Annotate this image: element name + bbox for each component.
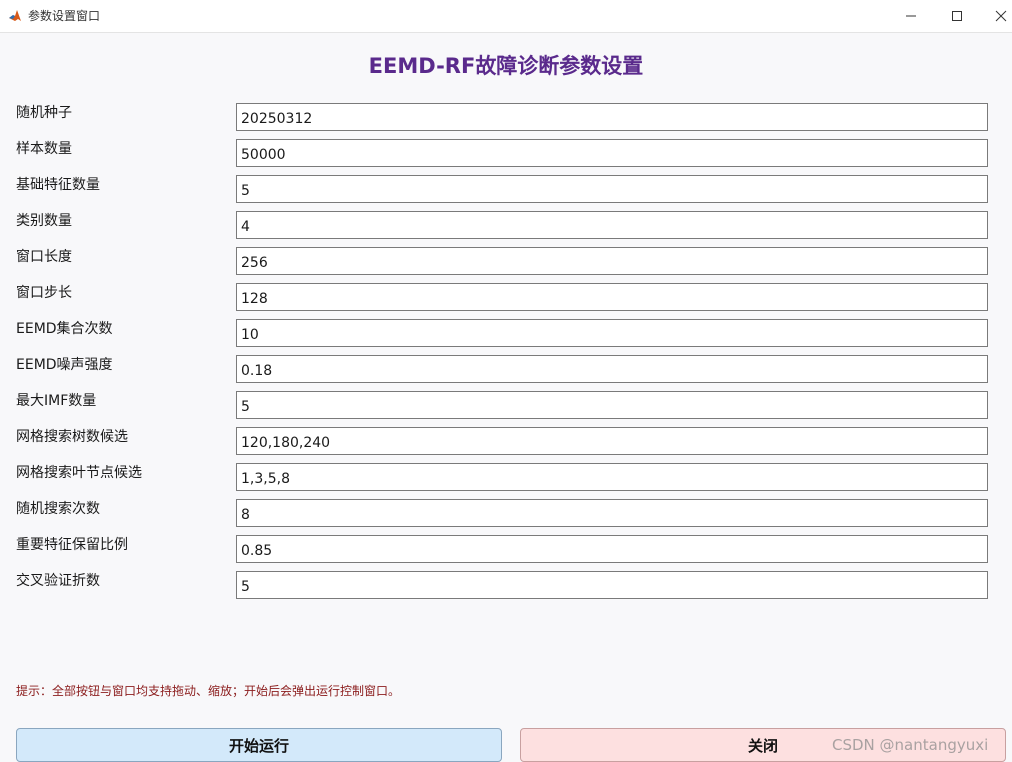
param-label: 窗口长度 [16,249,72,265]
param-label: 随机种子 [16,105,72,121]
start-run-button[interactable]: 开始运行 [16,728,502,762]
param-label: 最大IMF数量 [16,393,97,409]
max-imf-input[interactable] [236,391,988,419]
param-label: 基础特征数量 [16,177,100,193]
window-step-input[interactable] [236,283,988,311]
minimize-button[interactable] [888,0,934,32]
param-label: 样本数量 [16,141,72,157]
param-row-window-step: 窗口步长 [0,283,1012,311]
feature-keep-ratio-input[interactable] [236,535,988,563]
title-bar[interactable]: 参数设置窗口 [0,0,1012,33]
param-row-base-feature-count: 基础特征数量 [0,175,1012,203]
grid-trees-input[interactable] [236,427,988,455]
param-label: EEMD噪声强度 [16,357,113,373]
close-window-button[interactable] [978,0,1012,32]
param-row-max-imf: 最大IMF数量 [0,391,1012,419]
param-label: 类别数量 [16,213,72,229]
param-row-grid-leaves: 网格搜索叶节点候选 [0,463,1012,491]
eemd-noise-input[interactable] [236,355,988,383]
close-icon [995,10,1007,22]
param-row-eemd-ensemble: EEMD集合次数 [0,319,1012,347]
window-length-input[interactable] [236,247,988,275]
param-row-random-seed: 随机种子 [0,103,1012,131]
param-row-sample-count: 样本数量 [0,139,1012,167]
eemd-ensemble-input[interactable] [236,319,988,347]
matlab-icon [8,9,22,23]
hint-text: 提示：全部按钮与窗口均支持拖动、缩放；开始后会弹出运行控制窗口。 [16,684,401,698]
param-row-random-search: 随机搜索次数 [0,499,1012,527]
param-label: 随机搜索次数 [16,501,100,517]
random-seed-input[interactable] [236,103,988,131]
param-label: 网格搜索叶节点候选 [16,465,142,481]
class-count-input[interactable] [236,211,988,239]
sample-count-input[interactable] [236,139,988,167]
base-feature-count-input[interactable] [236,175,988,203]
watermark: CSDN @nantangyuxi [832,736,989,754]
cv-folds-input[interactable] [236,571,988,599]
minimize-icon [906,15,916,17]
param-row-eemd-noise: EEMD噪声强度 [0,355,1012,383]
param-row-feature-keep-ratio: 重要特征保留比例 [0,535,1012,563]
grid-leaves-input[interactable] [236,463,988,491]
window-title: 参数设置窗口 [28,9,101,23]
param-label: 重要特征保留比例 [16,537,128,553]
param-row-grid-trees: 网格搜索树数候选 [0,427,1012,455]
maximize-button[interactable] [934,0,980,32]
param-label: EEMD集合次数 [16,321,113,337]
param-label: 窗口步长 [16,285,72,301]
param-row-class-count: 类别数量 [0,211,1012,239]
param-row-window-length: 窗口长度 [0,247,1012,275]
param-label: 交叉验证折数 [16,573,100,589]
random-search-input[interactable] [236,499,988,527]
param-row-cv-folds: 交叉验证折数 [0,571,1012,599]
page-title: EEMD-RF故障诊断参数设置 [368,54,644,78]
param-label: 网格搜索树数候选 [16,429,128,445]
maximize-icon [952,11,962,21]
